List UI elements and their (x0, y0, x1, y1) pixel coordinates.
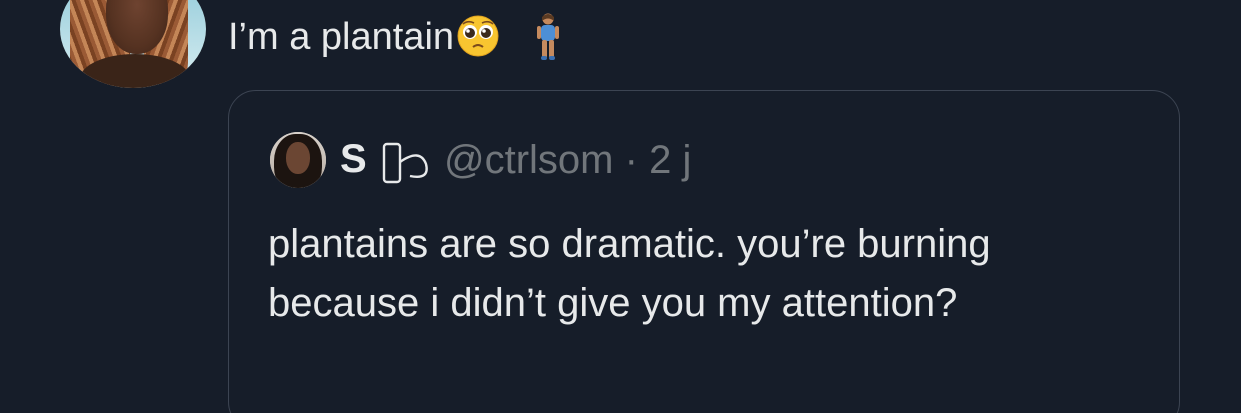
quoted-timestamp[interactable]: 2 j (649, 138, 691, 182)
tweet-text-content: I’m a plantain (228, 16, 455, 58)
unknown-symbol-emoji (380, 140, 436, 186)
standing-person-emoji (530, 12, 566, 62)
quoted-author-avatar[interactable] (270, 132, 326, 188)
tweet-text: I’m a plantain (228, 12, 566, 64)
quoted-handle[interactable]: @ctrlsom (444, 138, 614, 182)
author-avatar[interactable] (60, 0, 206, 88)
pleading-face-emoji (456, 14, 508, 58)
meta-separator: · (624, 138, 638, 182)
quoted-meta: @ctrlsom · 2 j (444, 134, 691, 186)
quoted-tweet-text: plantains are so dramatic. you’re burnin… (268, 222, 991, 325)
quoted-display-name[interactable]: S (340, 133, 367, 185)
